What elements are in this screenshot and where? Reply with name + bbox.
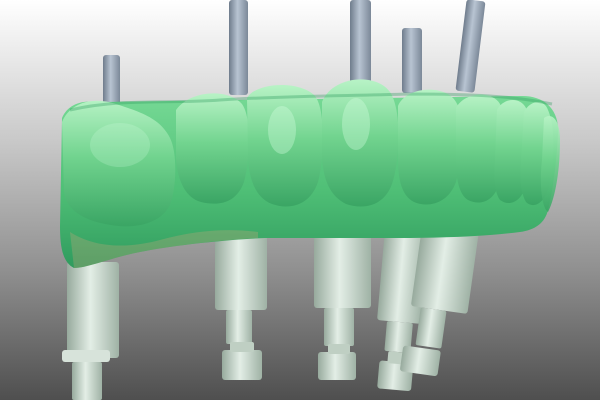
- implant-post-5: [455, 0, 486, 93]
- highlight-incisor-center: [342, 98, 370, 150]
- lab-analog-1: [62, 262, 119, 400]
- lab-analog-3: [314, 228, 371, 380]
- highlight-incisor-left: [268, 106, 296, 154]
- implant-post-2: [229, 0, 248, 95]
- tooth-9: [540, 116, 560, 212]
- 3d-viewport[interactable]: [0, 0, 600, 400]
- lab-analog-2: [215, 232, 267, 380]
- highlight-molar: [90, 123, 150, 167]
- implant-post-4: [402, 28, 422, 93]
- tooth-2: [176, 93, 249, 204]
- dental-model-render[interactable]: [0, 0, 600, 400]
- tooth-5: [398, 89, 463, 205]
- implant-post-3: [350, 0, 371, 85]
